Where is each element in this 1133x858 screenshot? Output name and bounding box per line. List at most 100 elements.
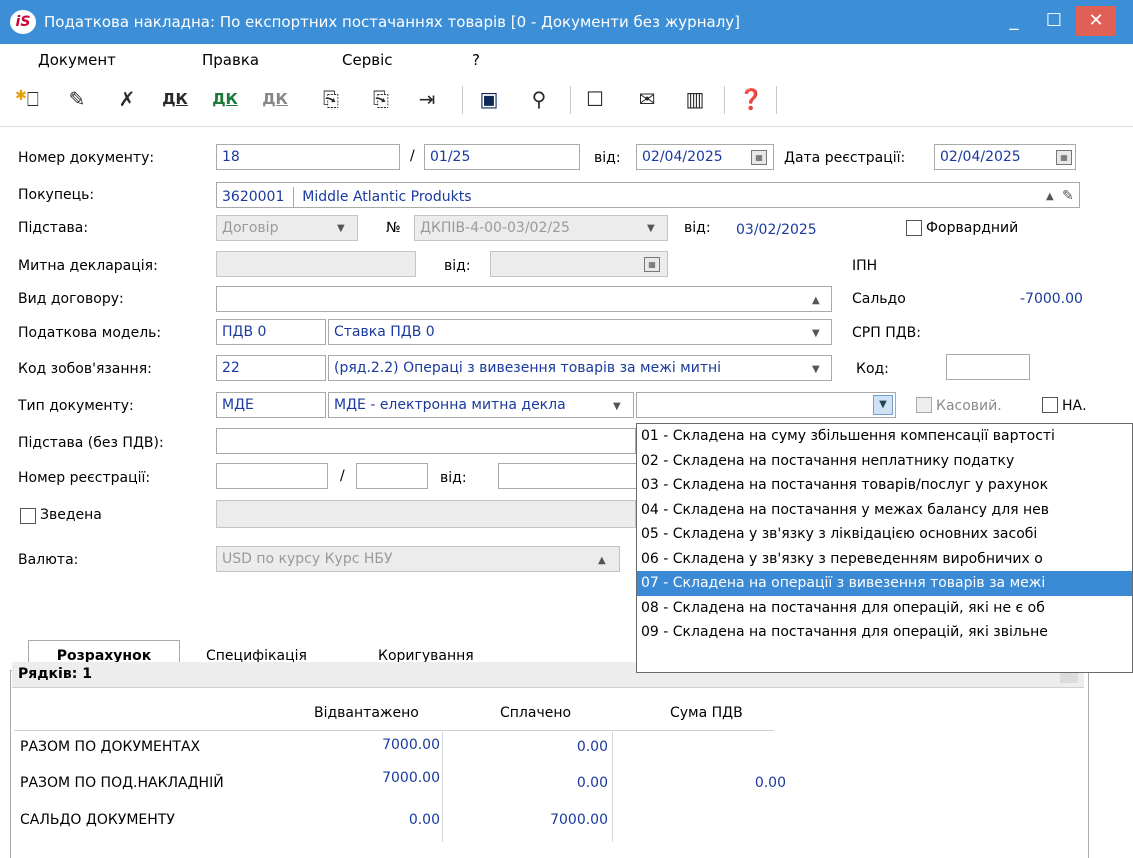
dropdown-option[interactable]: 01 - Складена на суму збільшення компенс… [637, 424, 1132, 449]
menu-help[interactable]: ? [472, 51, 480, 69]
app-logo-icon: iS [10, 10, 36, 34]
reg-date-from-label: від: [440, 470, 467, 486]
buyer-divider [292, 187, 294, 207]
buyer-field[interactable]: 3620001 Middle Atlantic Produkts [216, 182, 1080, 208]
reg-number-date-field[interactable] [498, 463, 638, 489]
form-icon[interactable]: ☐ [580, 84, 610, 114]
consolidated-checkbox[interactable] [20, 508, 36, 524]
contract-no-select[interactable]: ДКПІВ-4-00-03/02/25 [414, 215, 668, 241]
na-checkbox[interactable] [1042, 397, 1058, 413]
consolidated-field[interactable] [216, 500, 636, 528]
mail-icon[interactable]: ✉ [632, 84, 662, 114]
obligation-code-field[interactable]: 22 [216, 355, 326, 381]
dropdown-option[interactable]: 02 - Складена на постачання неплатнику п… [637, 449, 1132, 474]
header-paid: Сплачено [500, 705, 572, 721]
help-icon[interactable]: ❓ [736, 84, 766, 114]
save-icon[interactable]: ▣ [474, 84, 504, 114]
dropdown-option[interactable]: 06 - Складена у зв'язку з переведенням в… [637, 547, 1132, 572]
dropdown-option[interactable]: 08 - Складена на постачання для операцій… [637, 596, 1132, 621]
header-vat: Сума ПДВ [670, 705, 743, 721]
doc-type-name-select[interactable]: МДЕ - електронна митна декла [328, 392, 634, 418]
row-shipped: 0.00 [408, 812, 440, 828]
buyer-arrow-icon[interactable]: ▲ [1046, 191, 1054, 202]
reg-number-suffix-field[interactable] [356, 463, 428, 489]
forward-checkbox[interactable] [906, 220, 922, 236]
reg-number-field[interactable] [216, 463, 328, 489]
dropdown-option-selected[interactable]: 07 - Складена на операції з вивезення то… [637, 571, 1132, 596]
obligation-name-select[interactable]: (ряд.2.2) Операці з вивезення товарів за… [328, 355, 832, 381]
column-divider [442, 732, 443, 842]
obligation-label: Код зобов'язання: [18, 361, 152, 377]
currency-select[interactable]: USD по курсу Курс НБУ [216, 546, 620, 572]
tax-model-label: Податкова модель: [18, 325, 162, 341]
cash-label: Касовий. [936, 398, 1002, 414]
close-button[interactable]: ✕ [1076, 6, 1116, 36]
code-field[interactable] [946, 354, 1030, 380]
currency-label: Валюта: [18, 552, 79, 568]
chevron-down-icon[interactable]: ▼ [812, 328, 820, 339]
title-bar: iS Податкова накладна: По експортних пос… [0, 0, 1133, 44]
copy-doc-icon[interactable]: ⎘ [316, 84, 346, 114]
buyer-name: Middle Atlantic Produkts [302, 189, 472, 205]
table-header-line [14, 730, 774, 731]
debit-credit-gray-icon[interactable]: ДК [260, 84, 290, 114]
menu-edit[interactable]: Правка [202, 51, 259, 69]
debit-credit-icon[interactable]: ДК [160, 84, 190, 114]
doc-number-slash: / [410, 148, 415, 164]
maximize-button[interactable]: ☐ [1034, 6, 1074, 36]
dropdown-option[interactable]: 04 - Складена на постачання у межах бала… [637, 498, 1132, 523]
cash-checkbox[interactable] [916, 397, 932, 413]
tree-icon[interactable]: ⚲ [524, 84, 554, 114]
calendar-icon[interactable]: ▦ [1056, 150, 1072, 165]
delete-doc-icon[interactable]: ✗ [112, 84, 142, 114]
row-paid: 7000.00 [550, 812, 608, 828]
doc-subtype-select[interactable] [636, 392, 896, 418]
dropdown-option[interactable]: 03 - Складена на постачання товарів/посл… [637, 473, 1132, 498]
customs-date-field[interactable] [490, 251, 668, 277]
saldo-value: -7000.00 [1020, 291, 1083, 307]
dropdown-option[interactable]: 05 - Складена у зв'язку з ліквідацією ос… [637, 522, 1132, 547]
copy-doc-2-icon[interactable]: ⎘ [366, 84, 396, 114]
minimize-button[interactable]: _ [994, 6, 1034, 36]
chevron-down-icon[interactable]: ▼ [647, 223, 655, 234]
customs-field[interactable] [216, 251, 416, 277]
chevron-up-icon[interactable]: ▲ [812, 295, 820, 306]
buyer-label: Покупець: [18, 187, 95, 203]
menu-bar: Документ Правка Сервіс ? [0, 44, 1133, 74]
saldo-label: Сальдо [852, 291, 906, 307]
chevron-down-icon[interactable]: ▼ [812, 364, 820, 375]
contract-type-field[interactable] [216, 286, 832, 312]
srp-label: СРП ПДВ: [852, 325, 921, 341]
library-icon[interactable]: ▥ [680, 84, 710, 114]
doc-number-field[interactable]: 18 [216, 144, 400, 170]
window-title: Податкова накладна: По експортних постач… [44, 13, 741, 31]
dropdown-option[interactable]: 09 - Складена на постачання для операцій… [637, 620, 1132, 645]
basis-no-vat-field[interactable] [216, 428, 636, 454]
contract-type-label: Вид договору: [18, 291, 124, 307]
doc-subtype-dropdown-list: 01 - Складена на суму збільшення компенс… [636, 423, 1133, 673]
toolbar-separator [776, 86, 777, 114]
doc-suffix-field[interactable]: 01/25 [424, 144, 580, 170]
edit-doc-icon[interactable]: ✎ [62, 84, 92, 114]
menu-service[interactable]: Сервіс [342, 51, 392, 69]
doc-type-code-field[interactable]: МДЕ [216, 392, 326, 418]
calendar-icon[interactable]: ▦ [644, 257, 660, 272]
debit-credit-green-icon[interactable]: ДК [210, 84, 240, 114]
calendar-icon[interactable]: ▦ [751, 150, 767, 165]
column-divider [612, 732, 613, 842]
reg-number-label: Номер реєстрації: [18, 470, 151, 486]
tax-model-name-select[interactable]: Ставка ПДВ 0 [328, 319, 832, 345]
chevron-down-icon[interactable]: ▼ [337, 223, 345, 234]
reg-date-field[interactable]: 02/04/2025 [934, 144, 1076, 170]
pencil-icon[interactable]: ✎ [1062, 188, 1074, 204]
tax-model-code-field[interactable]: ПДВ 0 [216, 319, 326, 345]
chevron-down-icon[interactable]: ▼ [873, 395, 893, 415]
chevron-up-icon[interactable]: ▲ [598, 555, 606, 566]
row-shipped: 7000.00 [382, 770, 440, 786]
exit-doc-icon[interactable]: ⇥ [412, 84, 442, 114]
new-doc-icon[interactable]: ✱⎕ [12, 84, 42, 114]
row-paid: 0.00 [576, 775, 608, 791]
doc-number-label: Номер документу: [18, 150, 155, 166]
chevron-down-icon[interactable]: ▼ [613, 401, 621, 412]
menu-document[interactable]: Документ [38, 51, 116, 69]
